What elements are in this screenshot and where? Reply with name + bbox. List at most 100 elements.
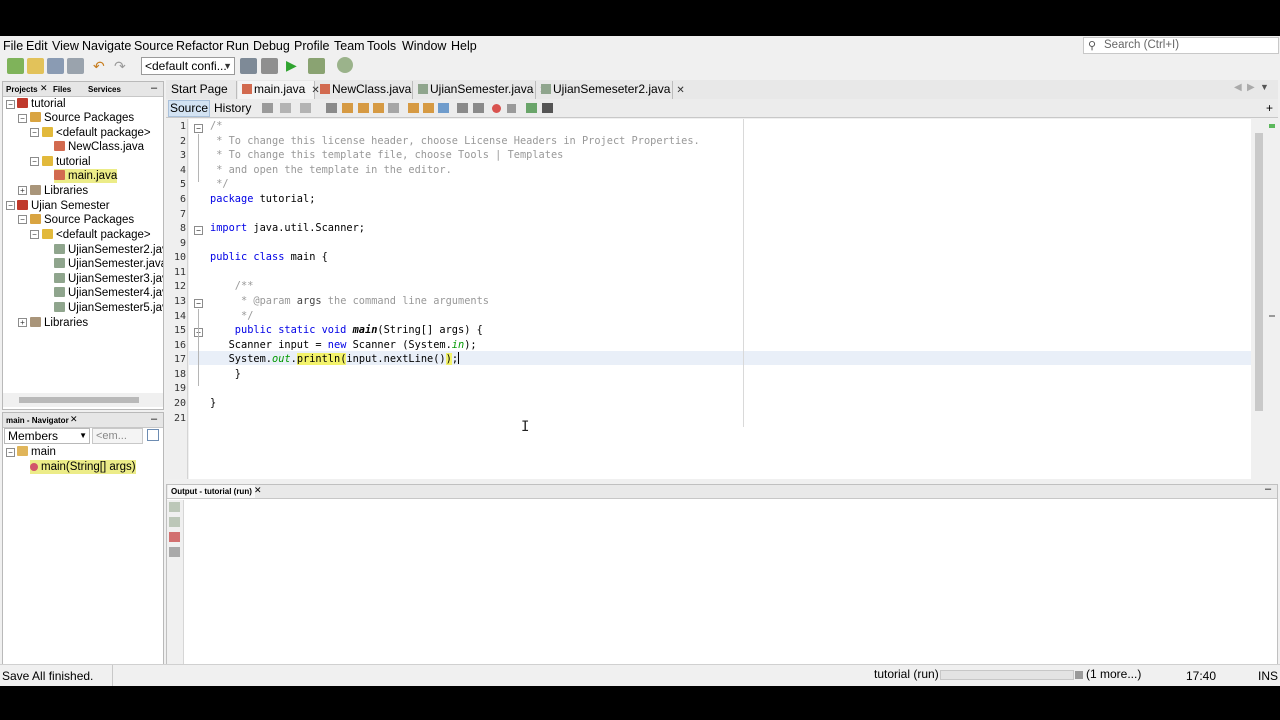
forward-icon[interactable]	[300, 103, 311, 113]
collapse-icon[interactable]: −	[6, 100, 15, 109]
previous-bookmark-icon[interactable]	[408, 103, 419, 113]
fold-icon[interactable]: −	[194, 226, 203, 235]
menu-team[interactable]: Team	[334, 39, 365, 53]
search-input[interactable]: ⚲ Search (Ctrl+I)	[1083, 37, 1279, 54]
stop-macro-icon[interactable]	[507, 104, 516, 113]
tree-source-packages[interactable]: Source Packages	[30, 111, 134, 125]
profile-icon[interactable]	[337, 57, 353, 73]
new-file-icon[interactable]	[27, 58, 44, 74]
debug-icon[interactable]	[308, 58, 325, 74]
tab-output-run[interactable]: Output - tutorial (run)	[168, 485, 255, 498]
more-tasks-link[interactable]: (1 more...)	[1086, 667, 1141, 681]
tree-libraries[interactable]: Libraries	[30, 316, 88, 330]
collapse-icon[interactable]: −	[18, 215, 27, 224]
fold-icon[interactable]: −	[194, 124, 203, 133]
horizontal-scrollbar[interactable]	[3, 393, 163, 407]
scroll-right-icon[interactable]: ▶	[1247, 82, 1255, 93]
tab-projects[interactable]: Projects	[6, 83, 38, 96]
expand-icon[interactable]: +	[18, 186, 27, 195]
configuration-select[interactable]: <default confi... ▼	[141, 57, 235, 75]
start-macro-icon[interactable]	[492, 104, 501, 113]
scrollbar-thumb[interactable]	[1255, 133, 1263, 411]
menu-run[interactable]: Run	[226, 39, 249, 53]
undo-icon[interactable]: ↶	[93, 58, 108, 74]
menu-profile[interactable]: Profile	[294, 39, 329, 53]
menu-navigate[interactable]: Navigate	[82, 39, 131, 53]
close-icon[interactable]: ✕	[70, 414, 78, 425]
find-next-icon[interactable]	[358, 103, 369, 113]
save-all-icon[interactable]	[67, 58, 84, 74]
tree-package-tutorial[interactable]: tutorial	[42, 155, 91, 169]
menu-view[interactable]: View	[52, 39, 79, 53]
toggle-bookmark-icon[interactable]	[438, 103, 449, 113]
tab-ujiansemester-java[interactable]: UjianSemester.java✕	[414, 81, 548, 99]
menu-edit[interactable]: Edit	[26, 39, 48, 53]
clean-build-icon[interactable]	[261, 58, 278, 74]
open-project-icon[interactable]	[47, 58, 64, 74]
redo-icon[interactable]: ↷	[114, 58, 129, 74]
minimize-icon[interactable]: –	[151, 82, 157, 94]
filter-select[interactable]: <em...	[92, 428, 143, 444]
rectangular-selection-icon[interactable]	[388, 103, 399, 113]
collapse-icon[interactable]: −	[6, 448, 15, 457]
toggle-highlight-icon[interactable]	[373, 103, 384, 113]
minimize-icon[interactable]: –	[1265, 483, 1271, 495]
shift-left-icon[interactable]	[457, 103, 468, 113]
tree-file-ujiansemester3[interactable]: UjianSemester3.java	[54, 272, 163, 286]
find-icon[interactable]	[326, 103, 337, 113]
menu-source[interactable]: Source	[134, 39, 174, 53]
menu-window[interactable]: Window	[402, 39, 446, 53]
tree-file-newclass[interactable]: NewClass.java	[54, 140, 144, 154]
cancel-task-icon[interactable]	[1075, 671, 1083, 679]
comment-icon[interactable]	[526, 103, 537, 113]
back-icon[interactable]	[280, 103, 291, 113]
tree-file-main[interactable]: main.java	[54, 169, 118, 183]
close-icon[interactable]: ✕	[40, 83, 48, 94]
tree-file-ujiansemester4[interactable]: UjianSemester4.java	[54, 286, 163, 300]
tab-start-page[interactable]: Start Page	[167, 81, 237, 99]
scrollbar-thumb[interactable]	[19, 397, 139, 403]
menu-file[interactable]: File	[3, 39, 23, 53]
tab-services[interactable]: Services	[88, 83, 121, 96]
rerun-different-icon[interactable]	[169, 517, 180, 527]
minimize-icon[interactable]: –	[151, 413, 157, 425]
scroll-left-icon[interactable]: ◀	[1234, 82, 1242, 93]
tree-project-tutorial[interactable]: tutorial	[17, 97, 66, 111]
tree-source-packages[interactable]: Source Packages	[30, 213, 134, 227]
tree-file-ujiansemester5[interactable]: UjianSemester5.java	[54, 301, 163, 315]
navigator-class-main[interactable]: main	[17, 445, 56, 459]
tree-project-ujian[interactable]: Ujian Semester	[17, 199, 110, 213]
tree-default-package[interactable]: <default package>	[42, 228, 151, 242]
collapse-icon[interactable]: −	[6, 201, 15, 210]
close-icon[interactable]: ✕	[254, 485, 262, 496]
menu-help[interactable]: Help	[451, 39, 477, 53]
shift-right-icon[interactable]	[473, 103, 484, 113]
find-previous-icon[interactable]	[342, 103, 353, 113]
collapse-icon[interactable]: −	[30, 230, 39, 239]
code-editor[interactable]: − − − − /* * To change this license head…	[189, 119, 1251, 479]
expand-icon[interactable]: +	[18, 318, 27, 327]
build-icon[interactable]	[240, 58, 257, 74]
close-icon[interactable]: ✕	[676, 85, 684, 96]
tab-ujiansemeseter2-java[interactable]: UjianSemeseter2.java ✕	[537, 81, 685, 99]
tree-file-ujiansemester2[interactable]: UjianSemester2.java	[54, 243, 163, 257]
source-tab[interactable]: Source	[168, 100, 210, 117]
uncomment-icon[interactable]	[542, 103, 553, 113]
tab-list-icon[interactable]: ▼	[1260, 82, 1269, 92]
stop-icon[interactable]	[169, 532, 180, 542]
tree-default-package[interactable]: <default package>	[42, 126, 151, 140]
fold-icon[interactable]: −	[194, 299, 203, 308]
tab-files[interactable]: Files	[53, 83, 71, 96]
collapse-icon[interactable]: −	[30, 128, 39, 137]
collapse-icon[interactable]: −	[18, 114, 27, 123]
run-icon[interactable]: ▶	[286, 57, 297, 74]
tab-main-java[interactable]: main.java ✕	[238, 81, 320, 99]
collapse-icon[interactable]: −	[30, 157, 39, 166]
settings-icon[interactable]	[169, 547, 180, 557]
tree-file-ujiansemester[interactable]: UjianSemester.java	[54, 257, 163, 271]
next-bookmark-icon[interactable]	[423, 103, 434, 113]
history-tab[interactable]: History	[214, 101, 251, 115]
rerun-icon[interactable]	[169, 502, 180, 512]
last-edit-icon[interactable]	[262, 103, 273, 113]
filter-options-icon[interactable]	[147, 429, 159, 441]
